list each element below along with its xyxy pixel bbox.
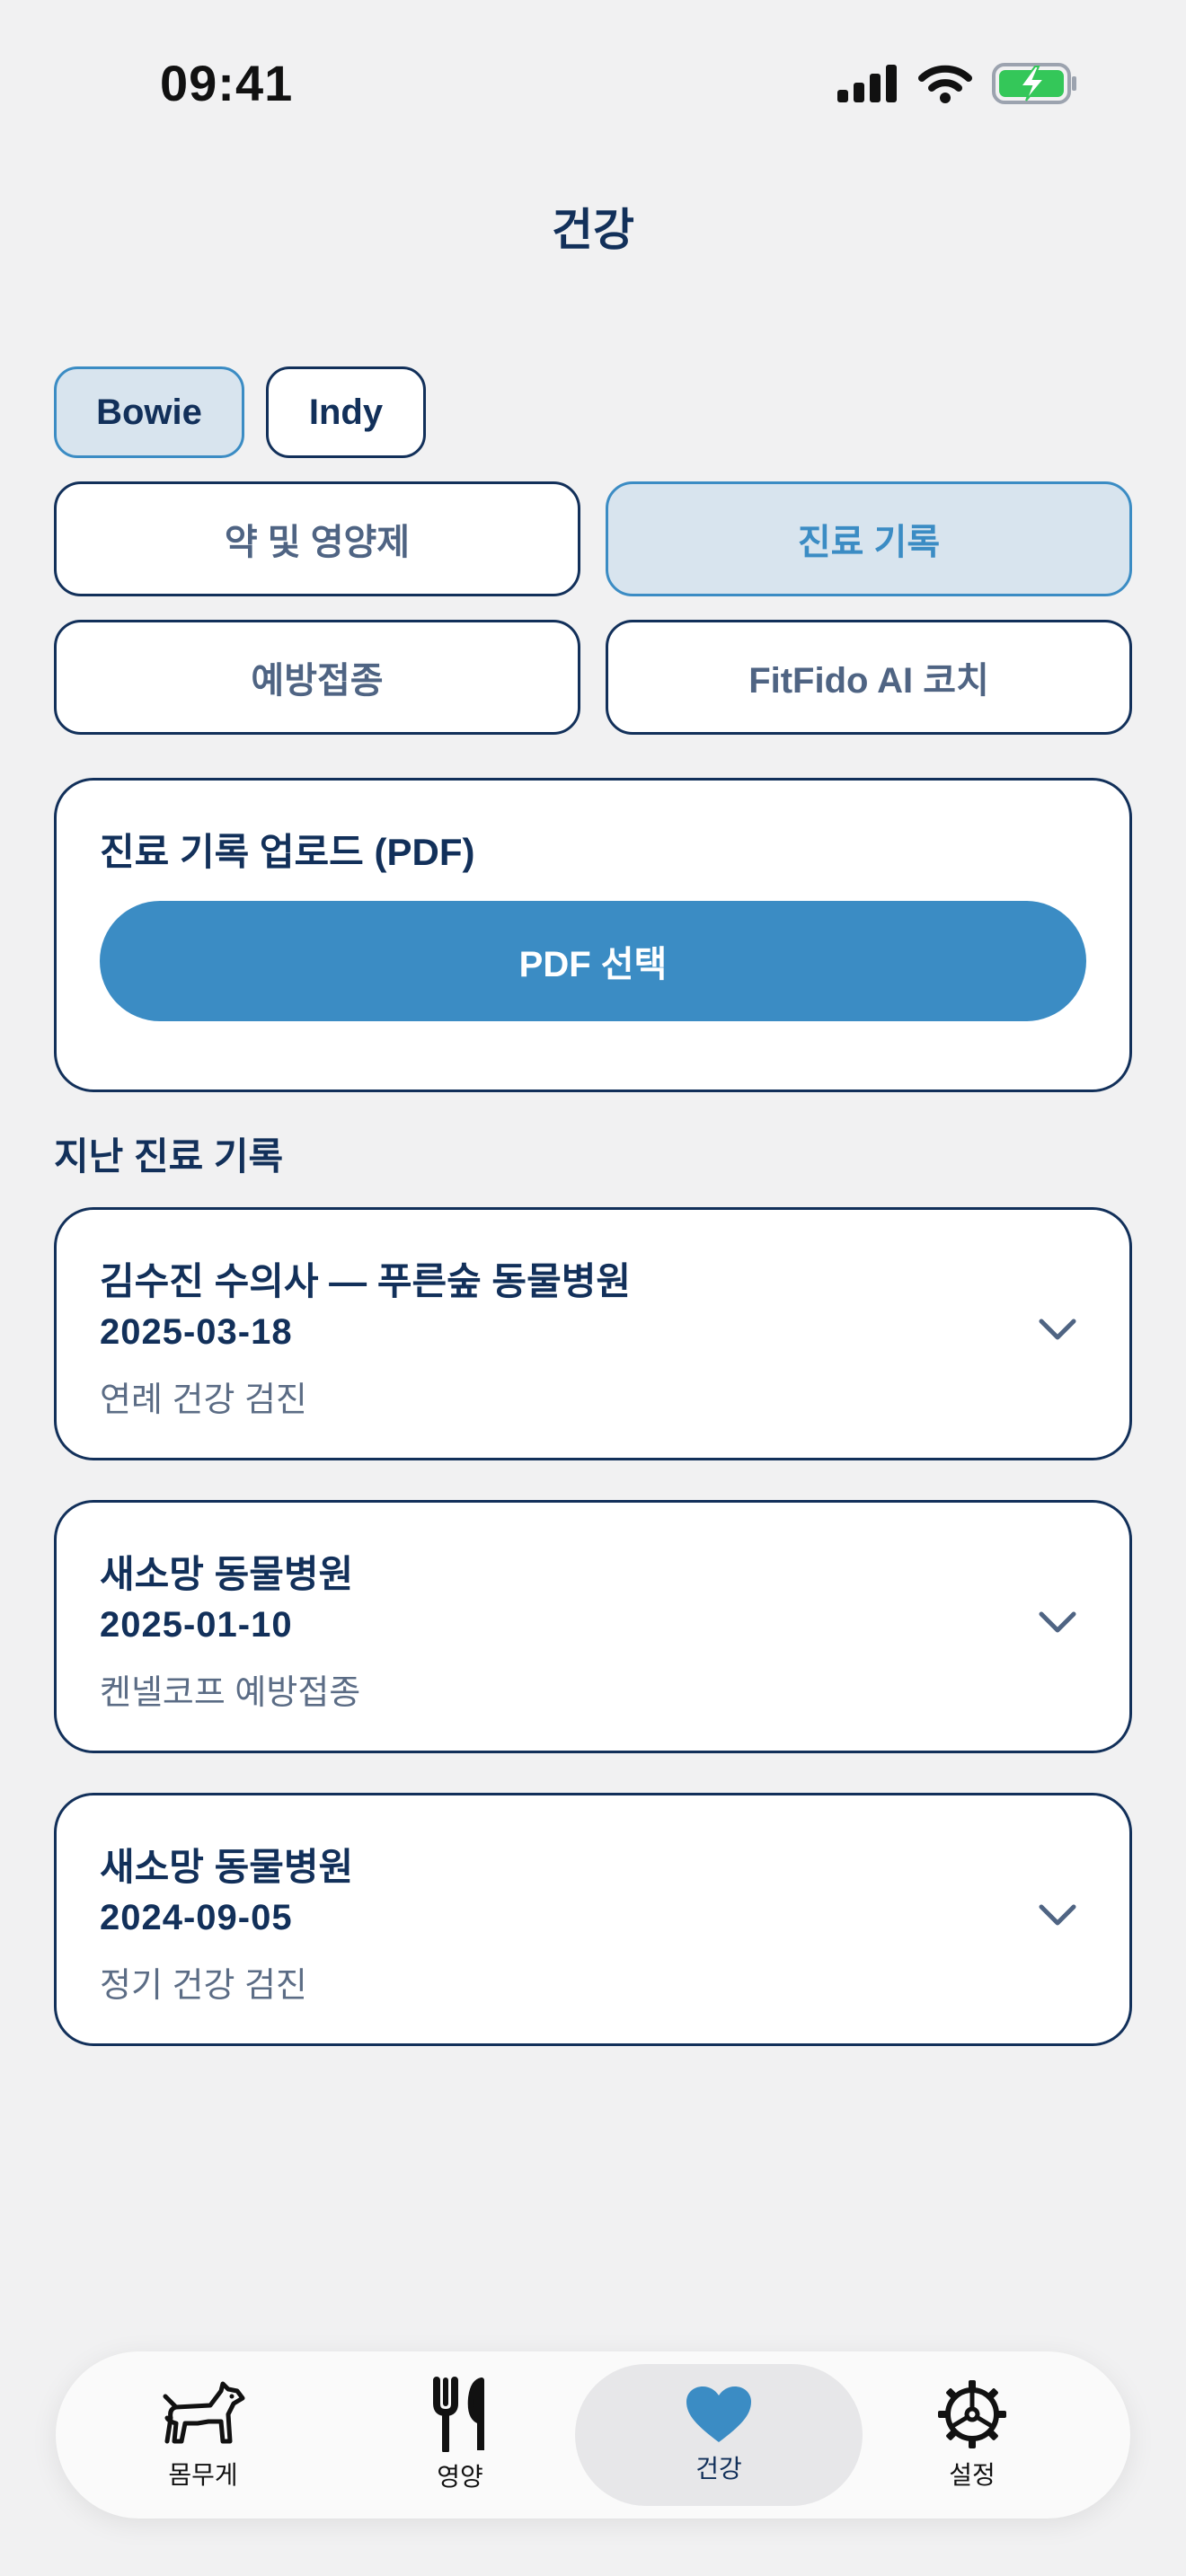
record-description: 연례 건강 검진 — [100, 1381, 307, 1419]
record-date: 2025-01-10 — [100, 1605, 293, 1645]
status-time: 09:41 — [160, 55, 294, 111]
tab-weight-label: 몸무게 — [168, 2461, 238, 2489]
tab-health[interactable]: 건강 — [575, 2364, 863, 2506]
upload-card: 진료 기록 업로드 (PDF) PDF 선택 — [54, 778, 1132, 1092]
record-description: 정기 건강 검진 — [100, 1967, 307, 2005]
tab-bar: 몸무게 영양 건강 설정 — [56, 2351, 1130, 2519]
past-records-label: 지난 진료 기록 — [54, 1135, 284, 1178]
tab-weight[interactable]: 몸무게 — [122, 2351, 284, 2519]
record-title: 새소망 동물병원 — [100, 1846, 354, 1888]
chevron-down-icon[interactable] — [1038, 1901, 1077, 1928]
chevron-down-icon[interactable] — [1038, 1609, 1077, 1636]
gear-icon — [938, 2380, 1006, 2448]
chevron-down-icon[interactable] — [1038, 1316, 1077, 1343]
record-card[interactable]: 새소망 동물병원 2024-09-05 정기 건강 검진 — [54, 1793, 1132, 2046]
select-pdf-button[interactable]: PDF 선택 — [100, 901, 1086, 1021]
record-title: 새소망 동물병원 — [100, 1553, 354, 1595]
section-medical-records-button[interactable]: 진료 기록 — [606, 481, 1132, 596]
fork-knife-icon — [433, 2377, 484, 2452]
battery-charging-icon — [992, 63, 1076, 104]
section-vaccinations-button[interactable]: 예방접종 — [54, 620, 580, 735]
record-card[interactable]: 김수진 수의사 — 푸른숲 동물병원 2025-03-18 연례 건강 검진 — [54, 1207, 1132, 1460]
tab-nutrition[interactable]: 영양 — [379, 2351, 541, 2519]
dog-icon — [163, 2381, 245, 2444]
record-title: 김수진 수의사 — 푸른숲 동물병원 — [100, 1260, 631, 1302]
tab-health-label: 건강 — [695, 2455, 742, 2483]
record-date: 2025-03-18 — [100, 1312, 293, 1352]
cellular-signal-icon — [837, 65, 897, 102]
tab-settings-label: 설정 — [949, 2461, 996, 2489]
page-title: 건강 — [552, 205, 634, 255]
status-icons — [837, 63, 1078, 104]
record-date: 2024-09-05 — [100, 1898, 293, 1937]
tab-settings[interactable]: 설정 — [891, 2351, 1053, 2519]
upload-title: 진료 기록 업로드 (PDF) — [100, 831, 475, 873]
record-card[interactable]: 새소망 동물병원 2025-01-10 켄넬코프 예방접종 — [54, 1500, 1132, 1753]
wifi-icon — [918, 65, 972, 103]
heart-icon — [686, 2386, 751, 2442]
section-ai-coach-button[interactable]: FitFido AI 코치 — [606, 620, 1132, 735]
tab-nutrition-label: 영양 — [437, 2463, 483, 2491]
pet-chip-bowie[interactable]: Bowie — [54, 366, 244, 458]
record-description: 켄넬코프 예방접종 — [100, 1674, 361, 1712]
section-medications-button[interactable]: 약 및 영양제 — [54, 481, 580, 596]
pet-chip-indy[interactable]: Indy — [266, 366, 426, 458]
